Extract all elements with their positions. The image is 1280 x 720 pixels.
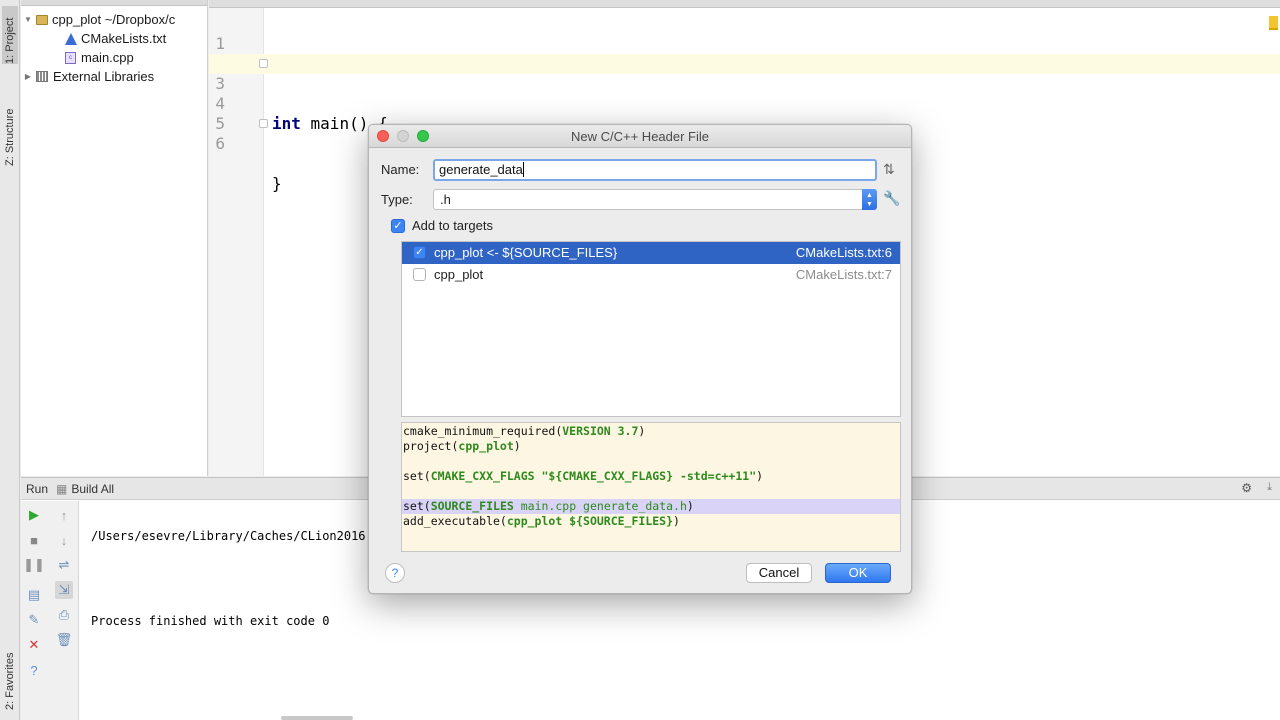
console-line: Process finished with exit code 0	[91, 614, 330, 628]
code-line-current[interactable]: 3 int main() {	[209, 54, 1280, 133]
run-label: Run	[26, 481, 49, 496]
tree-item-label: CMakeLists.txt	[81, 31, 167, 46]
cmake-file-icon	[65, 32, 77, 45]
library-icon	[36, 71, 48, 82]
ok-button[interactable]: OK	[825, 563, 891, 583]
preview-line: project(cpp_plot)	[403, 439, 521, 453]
target-name: cpp_plot <- ${SOURCE_FILES}	[434, 245, 618, 260]
cmake-preview: cmake_minimum_required(VERSION 3.7) proj…	[401, 422, 901, 552]
run-config-tab[interactable]: Build All	[71, 482, 114, 496]
code-text: }	[272, 174, 282, 193]
preview-line: set(CMAKE_CXX_FLAGS "${CMAKE_CXX_FLAGS} …	[403, 469, 764, 483]
tree-item-main-cpp[interactable]: c main.cpp	[65, 48, 134, 67]
preview-line: add_executable(cpp_plot ${SOURCE_FILES})	[403, 514, 680, 528]
rerun-icon[interactable]: ▶	[25, 506, 43, 524]
soft-wrap-icon[interactable]: ⇌	[55, 556, 73, 574]
close-icon[interactable]: ✕	[25, 636, 43, 654]
target-row[interactable]: ✓ cpp_plot <- ${SOURCE_FILES} CMakeLists…	[402, 242, 900, 264]
file-name-value: generate_data	[439, 162, 523, 177]
select-arrows-icon[interactable]: ▲ ▼	[862, 189, 877, 210]
project-panel-header	[21, 0, 207, 6]
type-label: Type:	[381, 192, 413, 207]
zoom-window-icon[interactable]	[417, 130, 429, 142]
target-file: CMakeLists.txt:6	[795, 245, 892, 260]
wrench-icon[interactable]: 🔧	[883, 190, 900, 207]
trash-icon[interactable]: 🗑	[55, 631, 73, 649]
new-header-file-dialog: New C/C++ Header File Name: generate_dat…	[368, 124, 912, 594]
tree-item-external-libraries[interactable]: ▶ External Libraries	[23, 67, 154, 86]
down-arrow-icon[interactable]: ↓	[55, 531, 73, 549]
tree-item-root[interactable]: ▼ cpp_plot ~/Dropbox/c	[23, 10, 175, 29]
project-panel: ▼ cpp_plot ~/Dropbox/c CMakeLists.txt c …	[21, 0, 208, 476]
preview-line-highlighted: set(SOURCE_FILES main.cpp generate_data.…	[402, 499, 900, 514]
up-arrow-icon[interactable]: ↑	[55, 506, 73, 524]
sort-icon[interactable]: ⇅	[883, 161, 895, 178]
fold-icon[interactable]	[259, 59, 268, 68]
folder-icon	[36, 14, 48, 25]
print-icon[interactable]: ⎙	[55, 606, 73, 624]
pin-icon[interactable]: ✎	[25, 611, 43, 629]
left-tool-strip: 1: Project Z: Structure 2: Favorites	[0, 0, 20, 720]
file-name-input[interactable]: generate_data	[433, 159, 877, 181]
tab-project[interactable]: 1: Project	[2, 6, 18, 64]
cancel-button[interactable]: Cancel	[746, 563, 812, 583]
code-line[interactable]: 2	[209, 34, 1280, 73]
close-window-icon[interactable]	[377, 130, 389, 142]
help-icon[interactable]: ?	[25, 661, 43, 679]
cpp-file-icon: c	[65, 51, 76, 64]
target-name: cpp_plot	[434, 267, 484, 282]
target-row[interactable]: cpp_plot CMakeLists.txt:7	[402, 264, 900, 286]
tree-item-label: External Libraries	[53, 69, 155, 84]
name-label: Name:	[381, 162, 420, 177]
tab-favorites-label: 2: Favorites	[4, 652, 16, 710]
add-to-targets-label: Add to targets	[412, 218, 493, 233]
gear-icon[interactable]: ⚙	[1241, 481, 1252, 495]
preview-line	[402, 454, 900, 469]
dialog-titlebar: New C/C++ Header File	[369, 125, 911, 148]
line-number: 6	[215, 134, 225, 153]
tab-structure[interactable]: Z: Structure	[2, 84, 18, 166]
editor-tab-bar	[209, 0, 1280, 8]
dialog-title: New C/C++ Header File	[571, 129, 709, 144]
code-line[interactable]: 4	[209, 74, 1280, 113]
collapse-arrow-icon[interactable]: ▶	[23, 72, 33, 81]
stop-icon[interactable]: ■	[25, 531, 43, 549]
target-file: CMakeLists.txt:7	[795, 267, 892, 282]
layout-icon[interactable]: ▤	[25, 586, 43, 604]
tree-item-label: main.cpp	[81, 50, 134, 65]
code-line[interactable]: 1 #include <iostream>	[209, 14, 1280, 73]
minimize-window-icon[interactable]	[397, 130, 409, 142]
add-to-targets-checkbox[interactable]: ✓	[391, 219, 405, 233]
preview-line: cmake_minimum_required(VERSION 3.7)	[403, 424, 646, 438]
targets-list: ✓ cpp_plot <- ${SOURCE_FILES} CMakeLists…	[401, 241, 901, 417]
target-checkbox[interactable]: ✓	[413, 246, 426, 259]
hide-panel-icon[interactable]: ⤓	[1267, 481, 1272, 494]
tree-item-cmakelists[interactable]: CMakeLists.txt	[65, 29, 166, 48]
pause-icon[interactable]: ❚❚	[23, 556, 45, 574]
scroll-to-end-icon[interactable]: ⇲	[55, 581, 73, 599]
console-output[interactable]: /Users/esevre/Library/Caches/CLion2016.2…	[91, 501, 380, 656]
code-line[interactable]: 5	[209, 94, 1280, 133]
tab-favorites[interactable]: 2: Favorites	[2, 624, 18, 710]
target-checkbox[interactable]	[413, 268, 426, 281]
warning-marker-icon[interactable]	[1269, 16, 1278, 30]
tree-item-label: cpp_plot ~/Dropbox/c	[52, 12, 176, 27]
tab-project-label: 1: Project	[4, 17, 16, 64]
file-type-value: .h	[440, 192, 451, 207]
console-line: /Users/esevre/Library/Caches/CLion2016.2	[91, 529, 380, 543]
fold-icon[interactable]	[259, 119, 268, 128]
expand-arrow-icon[interactable]: ▼	[23, 15, 33, 24]
run-toolbar: ▶ ↑ ■ ↓ ❚❚ ⇌ ▤ ⇲ ⎙ ✎ 🗑 ✕ ?	[21, 501, 79, 720]
file-type-select[interactable]: .h ▲ ▼	[433, 189, 877, 210]
preview-line	[402, 484, 900, 499]
text-cursor	[522, 162, 524, 177]
build-icon: ▦	[56, 481, 68, 496]
horizontal-scrollbar[interactable]	[281, 716, 353, 720]
tab-structure-label: Z: Structure	[4, 108, 16, 166]
help-button[interactable]: ?	[385, 563, 405, 583]
